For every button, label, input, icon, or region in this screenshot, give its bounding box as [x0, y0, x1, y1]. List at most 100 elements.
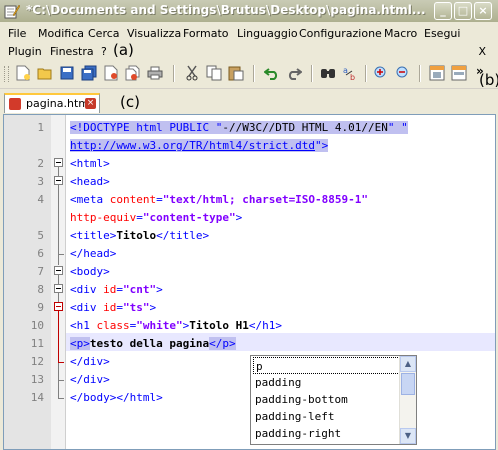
- toolbar-separator: [311, 65, 313, 82]
- menu-esegui[interactable]: Esegui: [424, 27, 460, 40]
- eq-token: =: [116, 283, 123, 296]
- tab-close-icon[interactable]: ×: [85, 98, 96, 109]
- autocomplete-option[interactable]: padding: [253, 374, 400, 391]
- replace-icon[interactable]: ab: [341, 64, 359, 82]
- close-icon[interactable]: [102, 64, 120, 82]
- code-line-12: </div>: [70, 355, 110, 368]
- code-line-9: <div id="ts">: [70, 301, 156, 314]
- zoom-in-icon[interactable]: [372, 64, 390, 82]
- fold-line: [58, 311, 59, 363]
- fold-toggle-icon[interactable]: [54, 158, 63, 167]
- toolbar-grip[interactable]: [4, 66, 9, 82]
- code-line-10: <h1 class="white">Titolo H1</h1>: [70, 319, 282, 332]
- menu-formato[interactable]: Formato: [183, 27, 229, 40]
- scroll-down-icon[interactable]: ▼: [400, 428, 416, 444]
- eq-token: =: [156, 193, 163, 206]
- text-token: Titolo H1: [189, 319, 249, 332]
- autocomplete-option[interactable]: padding-left: [253, 408, 400, 425]
- value-token: "content-type": [142, 211, 236, 224]
- code-line-5: <title>Titolo</title>: [70, 229, 209, 242]
- fold-toggle-icon[interactable]: [54, 266, 63, 275]
- attr-token: http-equiv: [70, 211, 137, 224]
- tag-token: <h1: [70, 319, 97, 332]
- autocomplete-option[interactable]: padding-bottom: [253, 391, 400, 408]
- new-file-icon[interactable]: [14, 64, 32, 82]
- code-line-14: </body></html>: [70, 391, 163, 404]
- zoom-out-icon[interactable]: [394, 64, 412, 82]
- scroll-up-icon[interactable]: ▲: [400, 356, 416, 372]
- fold-toggle-icon[interactable]: [54, 302, 63, 311]
- sync-h-icon[interactable]: [450, 64, 468, 82]
- code-line-11: <p>testo della pagina</p>: [70, 337, 236, 350]
- doctype-quote: " ": [387, 121, 408, 134]
- attr-token: id: [103, 301, 117, 314]
- save-all-icon[interactable]: [80, 64, 98, 82]
- menu-plugin[interactable]: Plugin: [8, 45, 42, 58]
- menu-close-doc[interactable]: X: [478, 45, 486, 58]
- autocomplete-list[interactable]: p padding padding-bottom padding-left pa…: [250, 355, 417, 445]
- tag-token: <div: [70, 283, 104, 296]
- toolbar: ab » (b): [0, 60, 498, 89]
- sync-v-icon[interactable]: [428, 64, 446, 82]
- tab-label: pagina.html: [26, 97, 93, 110]
- line-number: 9: [37, 301, 44, 314]
- menu-linguaggio[interactable]: Linguaggio: [237, 27, 298, 40]
- close-all-icon[interactable]: [124, 64, 142, 82]
- save-icon[interactable]: [58, 64, 76, 82]
- fold-line: [58, 185, 59, 255]
- undo-icon[interactable]: [263, 64, 281, 82]
- menu-finestra[interactable]: Finestra: [50, 45, 94, 58]
- unsaved-disk-icon: [9, 98, 21, 110]
- tag-token: </title>: [156, 229, 210, 242]
- find-icon[interactable]: [319, 64, 337, 82]
- close-window-button[interactable]: ×: [474, 2, 492, 20]
- menu-macro[interactable]: Macro: [384, 27, 417, 40]
- toolbar-separator: [253, 65, 255, 82]
- maximize-button[interactable]: □: [454, 2, 472, 20]
- minimize-button[interactable]: _: [434, 2, 452, 20]
- line-number: 12: [30, 355, 44, 368]
- code-line-13: </div>: [70, 373, 110, 386]
- autocomplete-option[interactable]: padding-right: [253, 425, 400, 442]
- open-folder-icon[interactable]: [36, 64, 54, 82]
- menu-modifica[interactable]: Modifica: [38, 27, 84, 40]
- code-line-1: <!DOCTYPE html PUBLIC "-//W3C//DTD HTML …: [70, 121, 408, 134]
- toolbar-separator: [173, 65, 175, 82]
- code-line-4: <meta content="text/html; charset=ISO-88…: [70, 193, 368, 206]
- fold-end: [58, 398, 64, 399]
- menu-visualizza[interactable]: Visualizza: [127, 27, 181, 40]
- autocomplete-scrollbar[interactable]: ▲ ▼: [399, 356, 416, 444]
- tag-token: </p>: [209, 337, 236, 350]
- eq-token: =: [136, 211, 143, 224]
- print-icon[interactable]: [146, 64, 164, 82]
- code-line-4-wrap: http-equiv="content-type">: [70, 211, 242, 224]
- doctype-public-id: -//W3C//DTD HTML 4.01//EN: [222, 121, 388, 134]
- notepadpp-icon: [4, 4, 20, 19]
- paste-icon[interactable]: [227, 64, 245, 82]
- copy-icon[interactable]: [205, 64, 223, 82]
- doctype-url-link[interactable]: http://www.w3.org/TR/html4/strict.dtd: [70, 139, 316, 152]
- line-number: 13: [30, 373, 44, 386]
- menu-configurazione[interactable]: Configurazione: [299, 27, 382, 40]
- text-token: Titolo: [116, 229, 157, 242]
- menu-file[interactable]: File: [8, 27, 26, 40]
- autocomplete-option[interactable]: p: [253, 357, 400, 374]
- window-title: *C:\Documents and Settings\Brutus\Deskto…: [26, 3, 426, 17]
- cut-icon[interactable]: [183, 64, 201, 82]
- value-token: "white": [136, 319, 183, 332]
- fold-toggle-icon[interactable]: [54, 284, 63, 293]
- line-number: 10: [30, 319, 44, 332]
- menu-cerca[interactable]: Cerca: [88, 27, 120, 40]
- attr-token: id: [103, 283, 117, 296]
- menu-help[interactable]: ?: [101, 45, 107, 58]
- tab-pagina-html[interactable]: pagina.html ×: [4, 93, 100, 113]
- scroll-thumb[interactable]: [401, 373, 415, 395]
- fold-toggle-icon[interactable]: [54, 176, 63, 185]
- line-number: 7: [37, 265, 44, 278]
- line-number: 4: [37, 193, 44, 206]
- toolbar-separator: [419, 65, 421, 82]
- doctype-close: ">: [315, 139, 329, 152]
- line-number: 5: [37, 229, 44, 242]
- redo-icon[interactable]: [285, 64, 303, 82]
- code-line-1-wrap: http://www.w3.org/TR/html4/strict.dtd">: [70, 139, 329, 152]
